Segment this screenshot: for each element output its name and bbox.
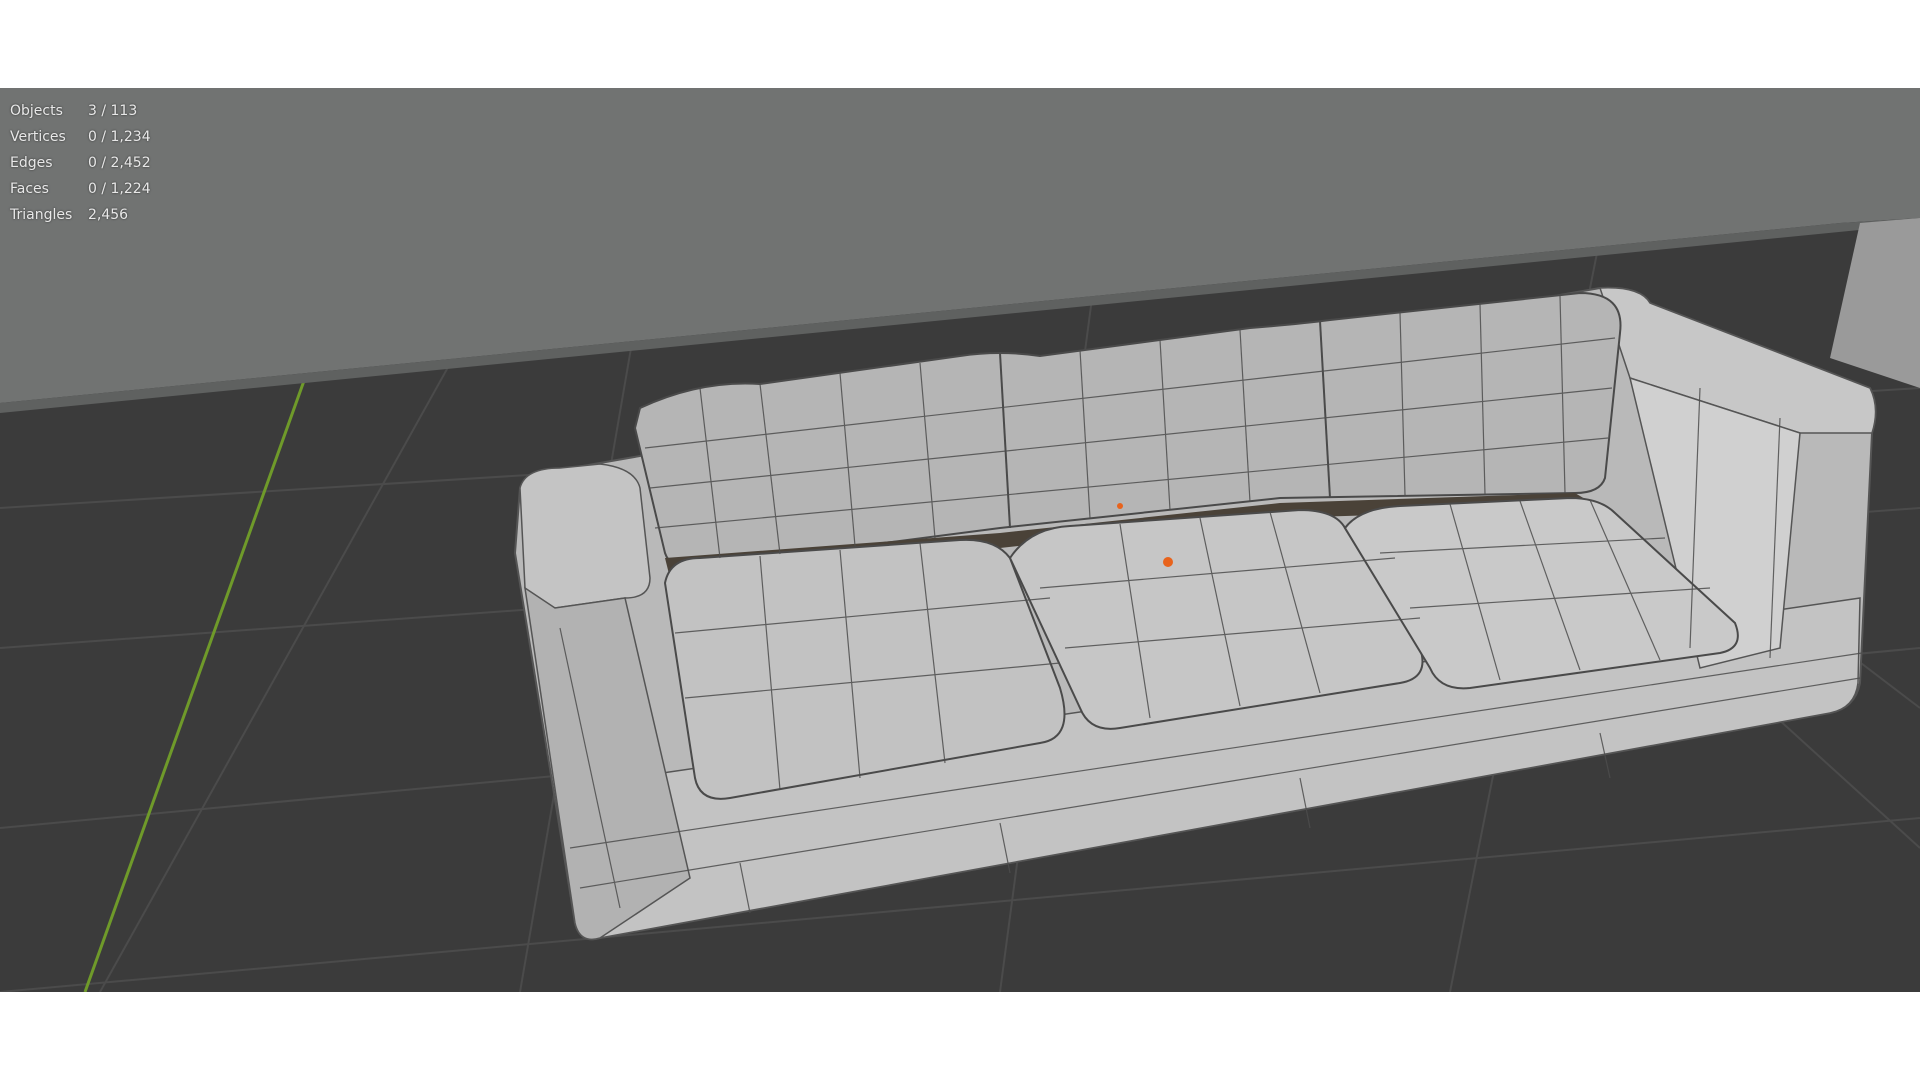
stat-label: Triangles: [10, 207, 73, 223]
screenshot-page: Objects 3 / 113 Vertices 0 / 1,234 Edges…: [0, 0, 1920, 1080]
3d-viewport[interactable]: Objects 3 / 113 Vertices 0 / 1,234 Edges…: [0, 88, 1920, 992]
origin-point[interactable]: [1117, 503, 1123, 509]
stat-vertices: Vertices 0 / 1,234: [10, 124, 151, 150]
stat-label: Faces: [10, 181, 49, 197]
stat-value: 3 / 113: [88, 103, 138, 119]
stat-triangles: Triangles 2,456: [10, 202, 151, 228]
stat-value: 0 / 2,452: [88, 155, 151, 171]
stat-label: Objects: [10, 103, 63, 119]
stat-value: 2,456: [88, 207, 129, 223]
origin-point[interactable]: [1163, 557, 1173, 567]
stat-edges: Edges 0 / 2,452: [10, 150, 151, 176]
viewport-scene[interactable]: [0, 88, 1920, 992]
viewport-statistics-overlay: Objects 3 / 113 Vertices 0 / 1,234 Edges…: [10, 98, 151, 228]
stat-objects: Objects 3 / 113: [10, 98, 151, 124]
stat-label: Vertices: [10, 129, 66, 145]
stat-value: 0 / 1,234: [88, 129, 151, 145]
stat-label: Edges: [10, 155, 53, 171]
stat-faces: Faces 0 / 1,224: [10, 176, 151, 202]
stat-value: 0 / 1,224: [88, 181, 151, 197]
